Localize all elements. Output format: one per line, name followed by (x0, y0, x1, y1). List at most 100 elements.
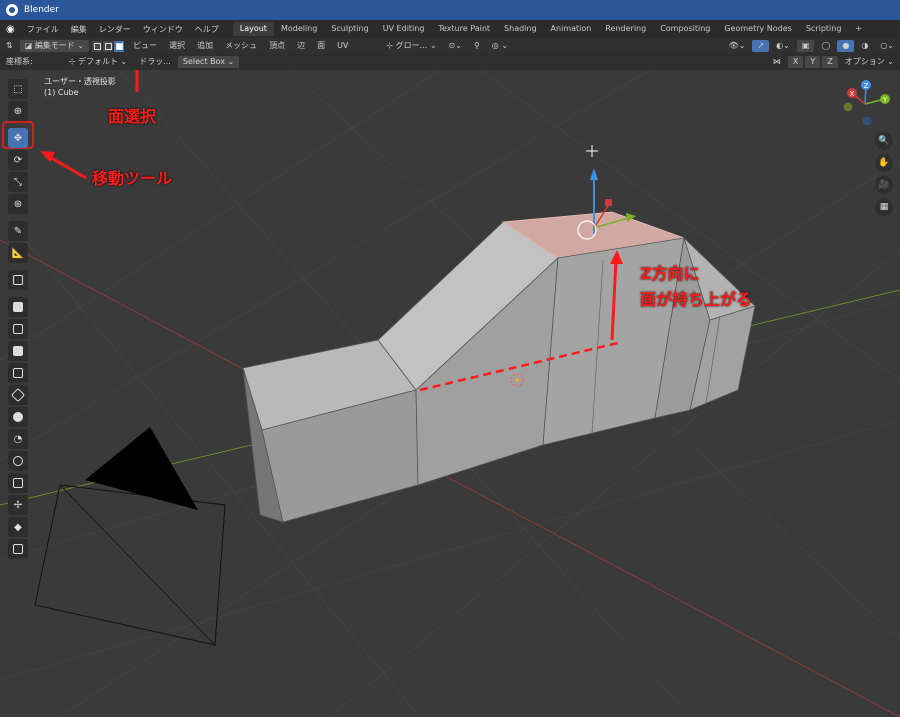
mode-label: 編集モード (34, 41, 75, 50)
viewport-info: ユーザー・透視投影 (1) Cube (44, 76, 116, 98)
cursor-icon[interactable]: ⊕ (8, 101, 28, 121)
shading-render-icon[interactable]: ○⌄ (875, 40, 899, 52)
axis-x-toggle[interactable]: X (787, 56, 804, 68)
blender-logo-icon (6, 4, 18, 16)
tab-geometry-nodes[interactable]: Geometry Nodes (717, 22, 798, 36)
menu-file[interactable]: ファイル (21, 24, 65, 35)
face-select-annotation: 面選択 (108, 107, 157, 126)
polybuild-icon[interactable] (8, 407, 28, 427)
knife-icon[interactable] (8, 385, 28, 405)
window-title: Blender (24, 5, 59, 15)
shrink-icon[interactable]: ✢ (8, 495, 28, 515)
blender-menu-icon[interactable]: ◉ (0, 24, 21, 35)
bevel-icon[interactable] (8, 341, 28, 361)
editor-type-icon[interactable]: ⇅ (1, 40, 18, 52)
pivot-point-icon[interactable]: ⊙⌄ (444, 40, 467, 52)
extrude-icon[interactable] (8, 297, 28, 317)
transform-orientation-label: グロー... (395, 41, 428, 50)
smooth-icon[interactable] (8, 451, 28, 471)
tab-scripting[interactable]: Scripting (799, 22, 849, 36)
inset-icon[interactable] (8, 319, 28, 339)
pan-icon[interactable]: ✋ (875, 154, 893, 172)
tab-modeling[interactable]: Modeling (274, 22, 324, 36)
scale-icon[interactable]: ⤡ (8, 172, 28, 192)
z-direction-annotation-line2: 面が持ち上がる (640, 290, 753, 309)
measure-icon[interactable]: 📐 (8, 243, 28, 263)
mirror-icon[interactable]: ⋈ (768, 56, 786, 68)
annotate-icon[interactable]: ✎ (8, 221, 28, 241)
transform-orientation-dropdown[interactable]: ⊹ グロー... ⌄ (381, 40, 441, 52)
select-mode-group (92, 40, 126, 52)
rotate-icon[interactable]: ⟳ (8, 150, 28, 170)
face-select-button[interactable] (114, 40, 126, 52)
shading-material-icon[interactable]: ◑ (856, 40, 873, 52)
add-workspace-button[interactable]: + (848, 22, 869, 36)
ortho-grid-icon[interactable]: ▦ (875, 198, 893, 216)
select-box-dropdown[interactable]: Select Box ⌄ (177, 56, 240, 68)
move-icon[interactable]: ✥ (8, 128, 28, 148)
orientation-value: デフォルト (77, 57, 118, 66)
menu-view[interactable]: ビュー (128, 40, 162, 52)
vertex-select-button[interactable] (92, 40, 104, 52)
menu-uv[interactable]: UV (332, 40, 353, 52)
tool-shelf: ⬚ ⊕ ✥ ⟳ ⤡ ⊛ ✎ 📐 ◔ ✢ ◆ (6, 78, 30, 560)
orientation-dropdown[interactable]: ⊹ デフォルト ⌄ (64, 56, 133, 68)
axis-y-toggle[interactable]: Y (805, 56, 821, 68)
rip-icon[interactable] (8, 539, 28, 559)
face-select-icon (115, 42, 123, 50)
select-box-icon[interactable]: ⬚ (8, 79, 28, 99)
tab-uv-editing[interactable]: UV Editing (376, 22, 432, 36)
menu-mesh[interactable]: メッシュ (220, 40, 262, 52)
tab-shading[interactable]: Shading (497, 22, 544, 36)
tab-layout[interactable]: Layout (232, 22, 274, 36)
axis-z-toggle[interactable]: Z (822, 56, 838, 68)
shear-icon[interactable]: ◆ (8, 517, 28, 537)
gizmo-toggle-icon[interactable]: ↗ (752, 40, 770, 52)
edge-select-button[interactable] (103, 40, 115, 52)
menu-face[interactable]: 面 (312, 40, 330, 52)
move-tool-annotation: 移動ツール (92, 169, 173, 188)
snap-icon[interactable]: ⚲ (469, 40, 485, 52)
spin-icon[interactable]: ◔ (8, 429, 28, 449)
menu-select[interactable]: 選択 (164, 40, 190, 52)
add-cube-icon[interactable] (8, 270, 28, 290)
menu-edge[interactable]: 辺 (292, 40, 310, 52)
title-bar: Blender (0, 0, 900, 20)
options-dropdown[interactable]: オプション ⌄ (840, 56, 899, 68)
edge-select-icon (104, 42, 112, 50)
menu-window[interactable]: ウィンドウ (137, 24, 189, 35)
menu-vertex[interactable]: 頂点 (264, 40, 290, 52)
z-direction-annotation-line1: Z方向に (640, 264, 700, 283)
tab-texture-paint[interactable]: Texture Paint (431, 22, 497, 36)
tab-rendering[interactable]: Rendering (598, 22, 653, 36)
tab-sculpting[interactable]: Sculpting (324, 22, 375, 36)
loopcut-icon[interactable] (8, 363, 28, 383)
proportional-edit-icon[interactable]: ◎ ⌄ (487, 40, 513, 52)
select-box-label: Select Box (182, 57, 225, 66)
mode-dropdown[interactable]: ◪ 編集モード ⌄ (19, 40, 90, 52)
zoom-icon[interactable]: 🔍 (875, 132, 893, 150)
overlay-toggle-icon[interactable]: ◐⌄ (771, 40, 795, 52)
options-label: オプション (844, 57, 885, 66)
shading-wire-icon[interactable]: ◯ (816, 40, 835, 52)
camera-view-icon[interactable]: 🎥 (875, 176, 893, 194)
edge-slide-icon[interactable] (8, 473, 28, 493)
nav-axis-z: Z (864, 82, 869, 90)
menu-help[interactable]: ヘルプ (189, 24, 225, 35)
menu-render[interactable]: レンダー (93, 24, 137, 35)
object-name: (1) Cube (44, 88, 79, 97)
xray-toggle-icon[interactable]: ▣ (796, 40, 815, 52)
shading-solid-icon[interactable]: ● (837, 40, 855, 52)
menu-edit[interactable]: 編集 (65, 24, 93, 35)
visibility-icon[interactable]: 👁⌄ (724, 40, 751, 52)
drag-dropdown[interactable]: ドラッ... (134, 56, 176, 68)
view-name: ユーザー・透視投影 (44, 77, 116, 86)
vertex-select-icon (93, 42, 101, 50)
tool-settings-bar: 座標系: ⊹ デフォルト ⌄ ドラッ... Select Box ⌄ ⋈ X Y… (0, 54, 900, 70)
tab-animation[interactable]: Animation (544, 22, 599, 36)
transform-icon[interactable]: ⊛ (8, 194, 28, 214)
nav-axis-y: Y (882, 96, 888, 104)
viewport-header: ⇅ ◪ 編集モード ⌄ ビュー 選択 追加 メッシュ 頂点 辺 面 UV ⊹ グ… (0, 38, 900, 54)
menu-add[interactable]: 追加 (192, 40, 218, 52)
tab-compositing[interactable]: Compositing (653, 22, 717, 36)
